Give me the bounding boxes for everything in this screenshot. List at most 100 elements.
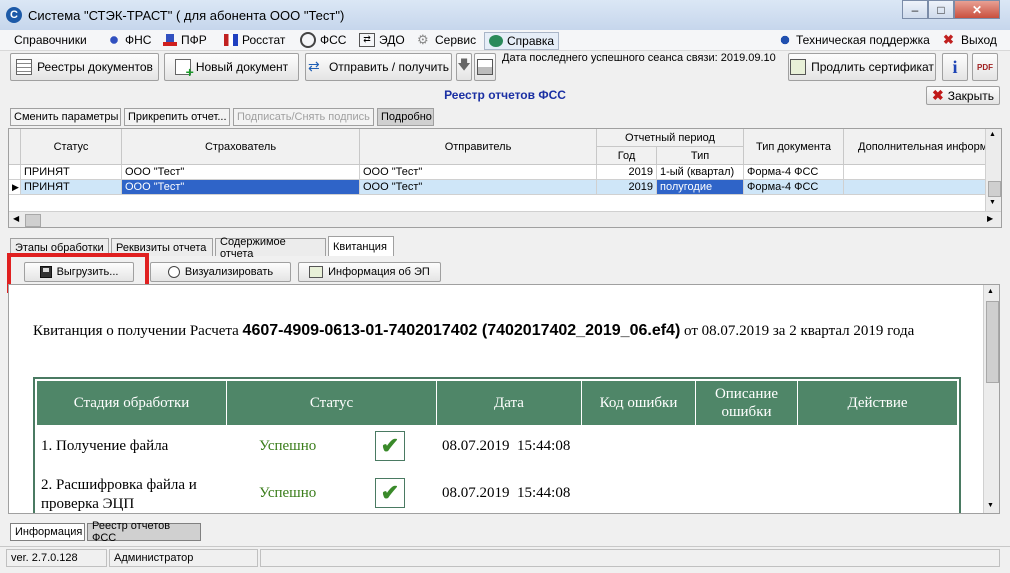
sign-button[interactable]: Подписать/Снять подпись xyxy=(233,108,374,126)
print-button[interactable] xyxy=(474,53,496,81)
pdf-button[interactable]: PDF xyxy=(972,53,998,81)
col-insurer[interactable]: Страхователь xyxy=(122,129,360,165)
maximize-button[interactable]: □ xyxy=(928,0,954,19)
cell-extra[interactable] xyxy=(844,165,986,180)
magnifier-document-icon xyxy=(167,266,180,278)
info-button[interactable]: i xyxy=(942,53,968,81)
col-error-description: Описание ошибки xyxy=(696,381,798,425)
grid-hscroll-thumb[interactable] xyxy=(25,214,41,227)
user-label: Администратор xyxy=(109,549,258,567)
scroll-up-icon[interactable]: ▲ xyxy=(987,287,994,295)
cell-sender[interactable]: ООО "Тест" xyxy=(360,165,597,180)
gear-icon: ⚙ xyxy=(417,32,429,47)
certificate-icon xyxy=(790,59,807,75)
menu-help[interactable]: Справка xyxy=(484,32,560,50)
status-empty-panel xyxy=(260,549,1000,567)
registry-title-bar: Реестр отчетов ФСС ✖ Закрыть xyxy=(8,86,1002,106)
attach-report-button[interactable]: Прикрепить отчет... xyxy=(124,108,230,126)
visualize-button[interactable]: Визуализировать xyxy=(150,262,291,282)
version-label: ver. 2.7.0.128 xyxy=(6,549,107,567)
send-receive-button[interactable]: ⇄ Отправить / получить xyxy=(305,53,452,81)
cell-insurer[interactable]: ООО "Тест" xyxy=(122,165,360,180)
scroll-left-icon[interactable]: ◀ xyxy=(13,214,19,223)
cell-type[interactable]: полугодие xyxy=(657,180,744,195)
grid-scroll-thumb[interactable] xyxy=(988,181,1001,197)
receipt-prefix: Квитанция о получении Расчета xyxy=(33,323,239,339)
renew-certificate-button[interactable]: Продлить сертификат xyxy=(788,53,936,81)
scroll-down-icon[interactable]: ▼ xyxy=(989,199,996,206)
send-options-arrow[interactable]: 🡇 xyxy=(456,53,472,81)
cell-year[interactable]: 2019 xyxy=(597,165,657,180)
cell-sender[interactable]: ООО "Тест" xyxy=(360,180,597,195)
receipt-heading: Квитанция о получении Расчета 4607-4909-… xyxy=(33,321,953,341)
col-doc-type[interactable]: Тип документа xyxy=(744,129,844,165)
stage-cell: 2. Расшифровка файла и проверка ЭЦП xyxy=(41,477,197,512)
pdf-icon: PDF xyxy=(977,62,993,72)
cell-insurer[interactable]: ООО "Тест" xyxy=(122,180,360,195)
cell-type[interactable]: 1-ый (квартал) xyxy=(657,165,744,180)
scroll-up-icon[interactable]: ▲ xyxy=(989,131,996,138)
details-toggle[interactable]: Подробно xyxy=(377,108,434,126)
close-registry-button[interactable]: ✖ Закрыть xyxy=(926,86,1000,105)
exit-icon: ✖ xyxy=(943,32,954,47)
fns-icon xyxy=(107,34,121,46)
menu-edo[interactable]: ⇄ ЭДО xyxy=(359,32,405,48)
menu-tech-support[interactable]: Техническая поддержка xyxy=(778,32,930,48)
success-check-icon: ✔ xyxy=(375,478,405,508)
menu-directories[interactable]: Справочники xyxy=(14,32,87,48)
new-document-button[interactable]: + Новый документ xyxy=(164,53,299,81)
change-params-button[interactable]: Сменить параметры xyxy=(10,108,121,126)
col-period[interactable]: Отчетный период xyxy=(597,129,744,147)
viewer-scroll-thumb[interactable] xyxy=(986,301,999,383)
col-year[interactable]: Год xyxy=(597,147,657,165)
cell-extra[interactable] xyxy=(844,180,986,195)
tab-report-content[interactable]: Содержимое отчета xyxy=(215,236,326,260)
cell-status[interactable]: ПРИНЯТ xyxy=(21,180,122,195)
col-action: Действие xyxy=(798,381,957,425)
grid-vertical-scrollbar[interactable]: ▲ ▼ xyxy=(985,129,1001,211)
col-error-code: Код ошибки xyxy=(582,381,696,425)
date-cell: 08.07.2019 15:44:08 xyxy=(442,485,571,501)
current-row-arrow-icon: ▶ xyxy=(12,182,19,192)
bottom-tab-info[interactable]: Информация xyxy=(10,523,85,541)
registry-icon xyxy=(16,59,33,75)
col-stage: Стадия обработки xyxy=(37,381,227,425)
last-session-label: Дата последнего успешного сеанса связи: … xyxy=(502,52,776,64)
menu-fss[interactable]: ФСС xyxy=(300,32,346,48)
col-sender[interactable]: Отправитель xyxy=(360,129,597,165)
viewer-vertical-scrollbar[interactable]: ▲ ▼ xyxy=(983,285,999,513)
export-button[interactable]: Выгрузить... xyxy=(24,262,134,282)
col-date: Дата xyxy=(437,381,582,425)
menu-pfr[interactable]: ПФР xyxy=(163,32,207,48)
receipt-viewer: Квитанция о получении Расчета 4607-4909-… xyxy=(8,284,1000,514)
menu-service[interactable]: ⚙ Сервис xyxy=(417,32,476,48)
col-extra[interactable]: Дополнительная информ xyxy=(844,129,986,165)
registry-documents-button[interactable]: Реестры документов xyxy=(10,53,159,81)
cell-doc-type[interactable]: Форма-4 ФСС xyxy=(744,165,844,180)
minimize-button[interactable]: – xyxy=(902,0,928,19)
menu-exit[interactable]: ✖ Выход xyxy=(943,32,997,48)
cell-status[interactable]: ПРИНЯТ xyxy=(21,165,122,180)
edo-icon: ⇄ xyxy=(359,33,375,47)
close-red-icon: ✖ xyxy=(932,87,944,103)
help-icon xyxy=(489,35,503,47)
menu-rosstat[interactable]: Росстат xyxy=(224,32,285,48)
tab-receipt[interactable]: Квитанция xyxy=(328,236,394,256)
cell-doc-type[interactable]: Форма-4 ФСС xyxy=(744,180,844,195)
ep-info-button[interactable]: Информация об ЭП xyxy=(298,262,441,282)
scroll-right-icon[interactable]: ▶ xyxy=(987,214,993,223)
bottom-tab-fss-registry[interactable]: Реестр отчетов ФСС xyxy=(87,520,201,544)
col-status: Статус xyxy=(227,381,437,425)
receipt-number: 4607-4909-0613-01-7402017402 (7402017402… xyxy=(242,322,681,339)
cell-year[interactable]: 2019 xyxy=(597,180,657,195)
stage-cell: 1. Получение файла xyxy=(41,438,169,454)
status-cell: Успешно xyxy=(259,485,317,501)
certificate-icon xyxy=(309,266,324,278)
menu-fns[interactable]: ФНС xyxy=(107,32,151,48)
grid-horizontal-scrollbar[interactable]: ◀ ▶ xyxy=(9,211,1001,227)
col-type[interactable]: Тип xyxy=(657,147,744,165)
scroll-down-icon[interactable]: ▼ xyxy=(987,501,994,509)
close-window-button[interactable]: ✕ xyxy=(954,0,1000,19)
registry-title: Реестр отчетов ФСС xyxy=(444,88,566,102)
col-status[interactable]: Статус xyxy=(21,129,122,165)
